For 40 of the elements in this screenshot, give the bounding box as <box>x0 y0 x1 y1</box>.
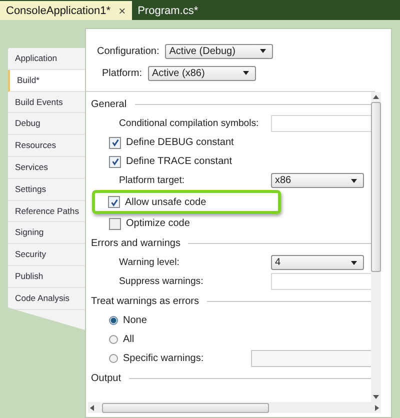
close-icon[interactable]: × <box>118 4 126 18</box>
document-tab[interactable]: ConsoleApplication1* × <box>0 1 132 20</box>
sidebar-tab[interactable]: Build* <box>8 70 86 92</box>
checkbox-box[interactable] <box>109 218 121 230</box>
field-label: Warning level: <box>118 257 180 268</box>
vertical-scrollbar[interactable] <box>371 92 381 402</box>
caret-icon <box>260 49 266 53</box>
section-heading: General <box>91 98 127 110</box>
input-field[interactable] <box>271 115 371 132</box>
radio-button[interactable]: None <box>109 315 251 326</box>
checkbox-box[interactable] <box>108 196 120 208</box>
input-field[interactable] <box>271 273 371 290</box>
checkbox[interactable]: Define DEBUG constant <box>109 136 234 148</box>
dropdown[interactable]: x86 <box>271 173 364 188</box>
configuration-dropdown[interactable]: Active (Debug) <box>165 44 274 58</box>
platform-dropdown[interactable]: Active (x86) <box>148 66 256 80</box>
field-label: Platform target: <box>118 175 186 186</box>
checkbox-box[interactable] <box>109 136 121 148</box>
platform-label: Platform: <box>100 68 142 78</box>
horizontal-scrollbar[interactable] <box>88 402 381 413</box>
caret-icon <box>351 260 357 264</box>
configuration-label: Configuration: <box>97 46 160 56</box>
document-tab[interactable]: Program.cs* <box>132 1 204 20</box>
caret-icon <box>351 178 357 182</box>
radio-circle[interactable] <box>109 316 118 325</box>
section-heading: Output <box>91 372 122 384</box>
radio-circle[interactable] <box>109 335 118 344</box>
checkbox[interactable]: Optimize code <box>109 218 190 230</box>
checkbox-box[interactable] <box>109 156 121 168</box>
dropdown[interactable]: 4 <box>271 255 364 270</box>
section-heading: Treat warnings as errors <box>91 296 199 306</box>
caret-icon <box>243 71 249 75</box>
tab-title: ConsoleApplication1* <box>6 4 111 16</box>
tab-title: Program.cs* <box>138 4 198 16</box>
checkbox[interactable]: Allow unsafe code <box>108 196 206 208</box>
field-label: Suppress warnings: <box>118 276 204 287</box>
checkbox[interactable]: Define TRACE constant <box>109 156 232 168</box>
field-label: Conditional compilation symbols: <box>118 118 260 129</box>
radio-button[interactable]: All <box>109 334 251 345</box>
section-heading: Errors and warnings <box>91 238 180 248</box>
